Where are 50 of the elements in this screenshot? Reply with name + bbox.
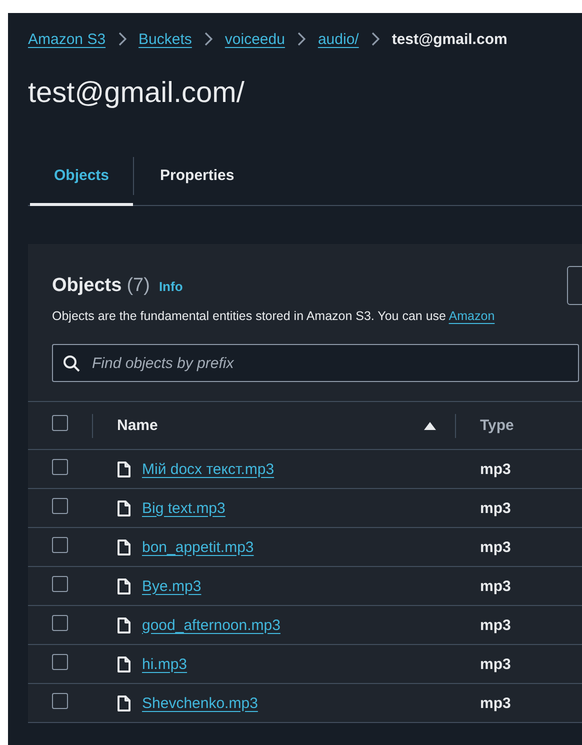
object-link[interactable]: good_afternoon.mp3 [142, 616, 280, 634]
file-icon [117, 656, 131, 672]
info-link[interactable]: Info [158, 278, 183, 294]
panel-heading: Objects [52, 274, 122, 296]
page-title: test@gmail.com/ [28, 76, 246, 111]
panel-description: Objects are the fundamental entities stored in Amazon S3. You can use Amazon [52, 309, 496, 323]
checkbox[interactable] [52, 614, 68, 630]
breadcrumb-link[interactable]: Buckets [138, 30, 192, 48]
checkbox[interactable] [52, 536, 68, 552]
object-link[interactable]: Мій docx текст.mp3 [142, 460, 274, 478]
object-link[interactable]: hi.mp3 [142, 656, 188, 672]
file-icon [117, 460, 131, 478]
file-icon [117, 694, 131, 712]
chevron-right-icon [204, 32, 213, 46]
file-icon [117, 616, 131, 634]
checkbox[interactable] [52, 692, 68, 708]
object-link[interactable]: Big text.mp3 [142, 500, 226, 516]
breadcrumb-link[interactable]: Amazon S3 [28, 30, 106, 48]
checkbox[interactable] [52, 654, 68, 670]
breadcrumb-link[interactable]: voiceedu [224, 30, 285, 48]
object-link[interactable]: Shevchenko.mp3 [142, 694, 258, 712]
file-icon [117, 538, 131, 556]
file-icon [117, 578, 131, 594]
tab[interactable]: Properties [136, 157, 258, 206]
chevron-right-icon [370, 32, 380, 46]
chevron-right-icon [118, 32, 127, 46]
chevron-right-icon [296, 32, 306, 46]
breadcrumb-current: test@gmail.com [392, 30, 508, 48]
table-cell-text: mp3 [480, 656, 512, 672]
object-count: (7) [126, 274, 150, 296]
checkbox[interactable] [52, 458, 68, 474]
table-cell-text: mp3 [480, 694, 512, 712]
breadcrumb-link[interactable]: audio/ [318, 30, 359, 48]
table-cell-text: mp3 [480, 538, 512, 556]
description-link[interactable]: Amazon [448, 309, 495, 323]
checkbox[interactable] [52, 415, 68, 431]
table-cell-text: mp3 [480, 460, 512, 478]
search-icon [63, 355, 80, 372]
checkbox[interactable] [52, 498, 68, 514]
sort-ascending-icon[interactable] [423, 420, 437, 432]
table-cell-text: mp3 [480, 500, 512, 516]
column-header[interactable]: Type [480, 416, 514, 434]
checkbox[interactable] [52, 576, 68, 592]
object-link[interactable]: bon_appetit.mp3 [142, 538, 254, 556]
table-cell-text: mp3 [480, 578, 512, 594]
search-field[interactable]: Find objects by prefix [52, 344, 579, 382]
table-cell-text: mp3 [480, 616, 512, 634]
object-link[interactable]: Bye.mp3 [142, 578, 202, 594]
column-header[interactable]: Name [117, 417, 158, 434]
file-icon [117, 500, 131, 516]
